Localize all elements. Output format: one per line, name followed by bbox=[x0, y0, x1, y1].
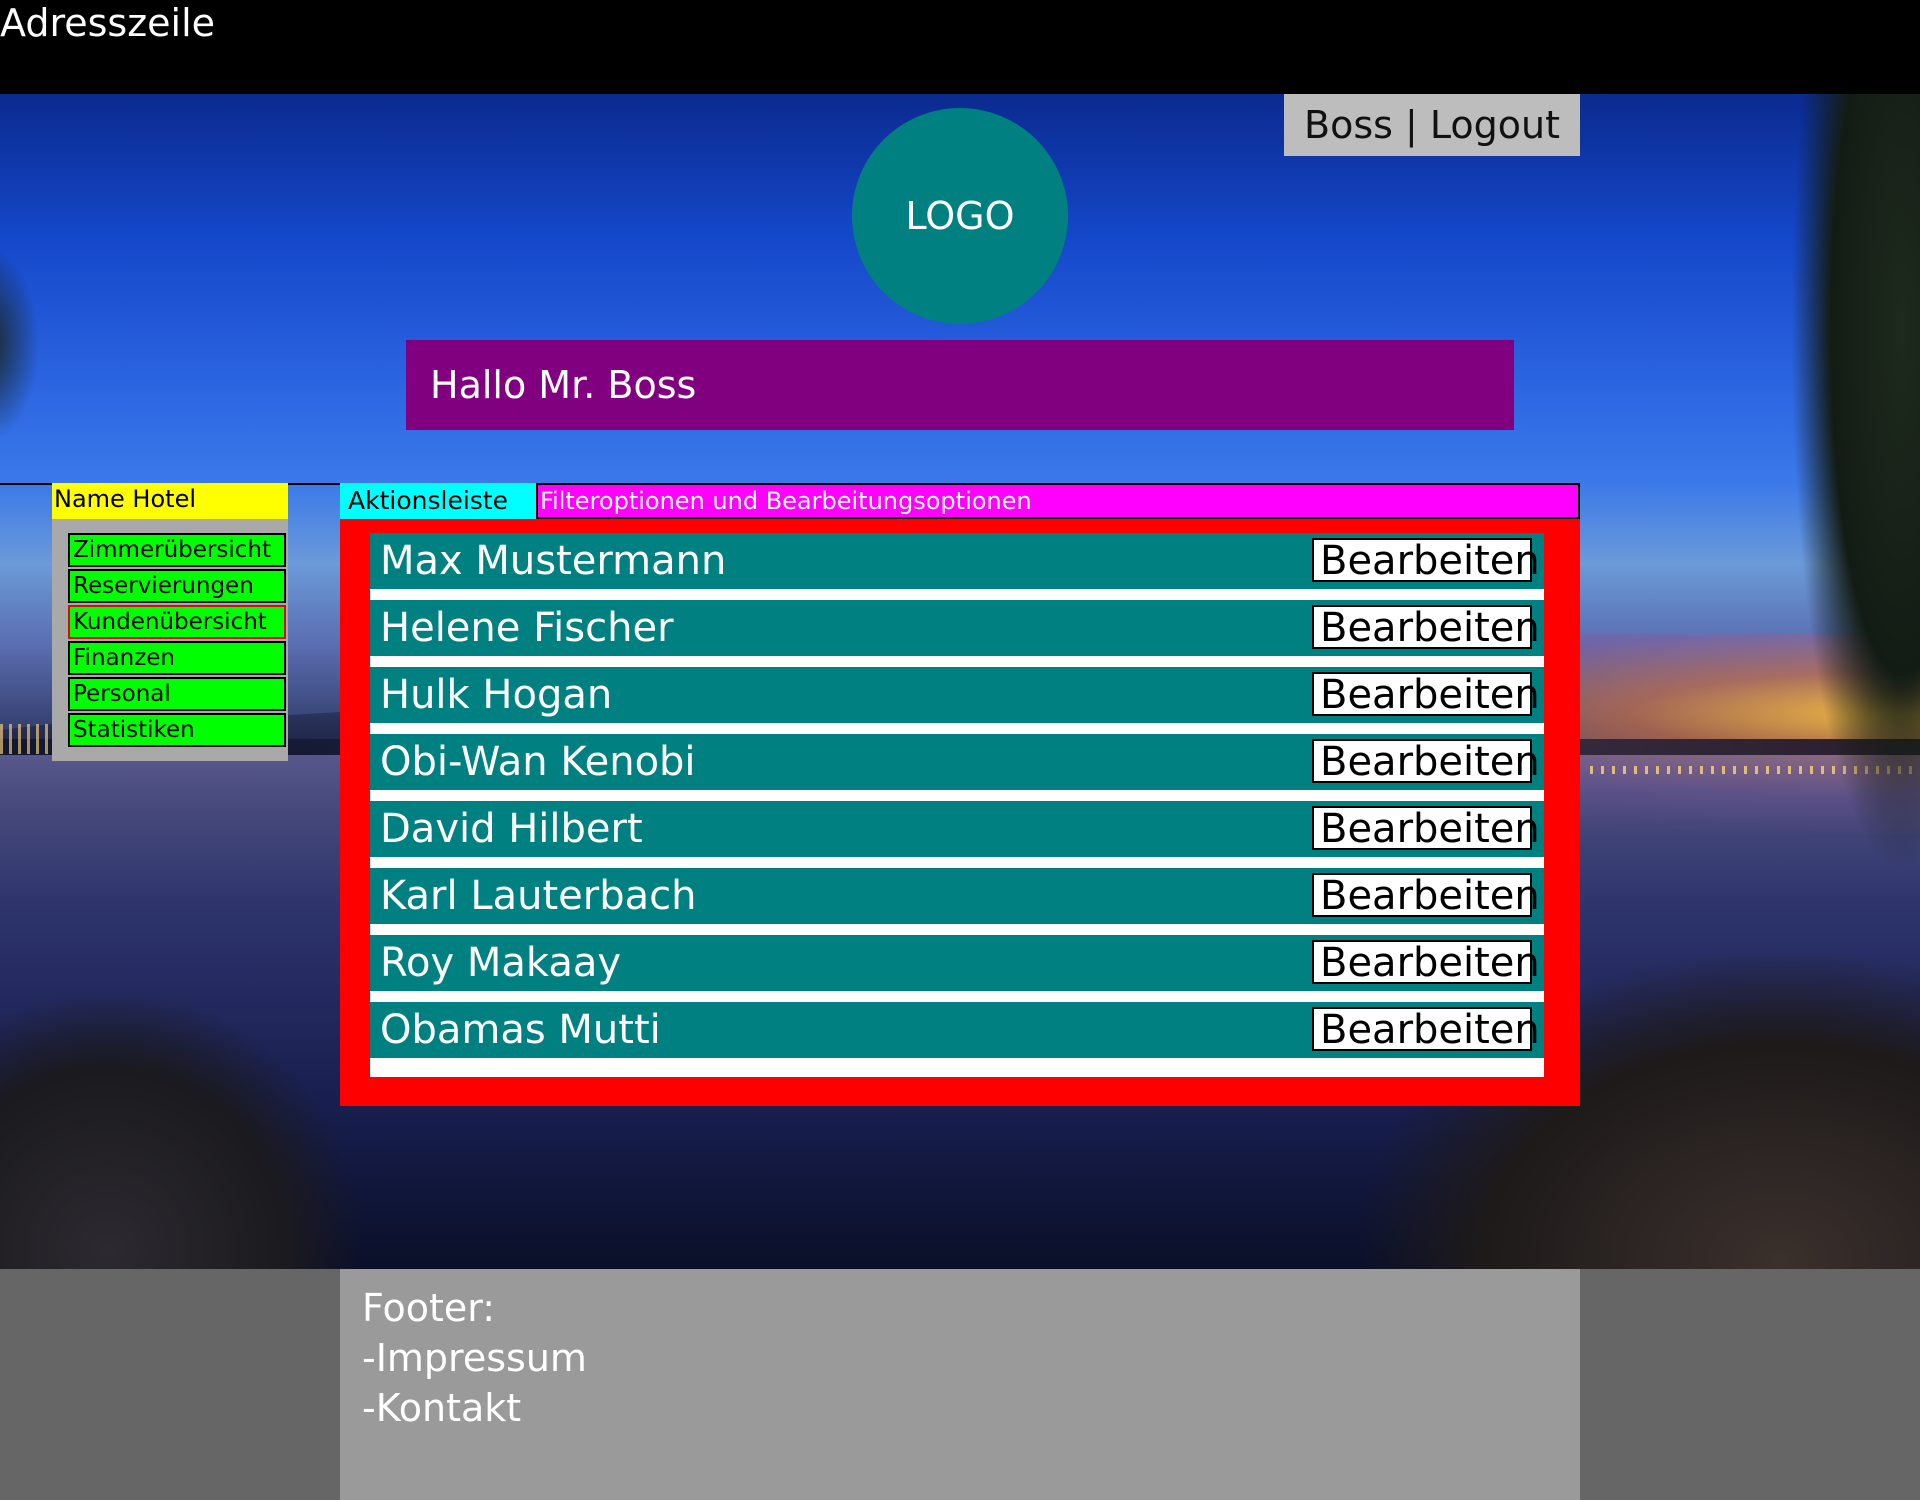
table-row: Karl Lauterbach Bearbeiten bbox=[370, 868, 1544, 924]
edit-button[interactable]: Bearbeiten bbox=[1312, 873, 1540, 917]
customer-name: Helene Fischer bbox=[380, 605, 674, 651]
hotel-name: Name Hotel bbox=[52, 483, 288, 519]
address-bar[interactable]: Adresszeile bbox=[0, 0, 1920, 94]
footer: Footer: -Impressum -Kontakt bbox=[340, 1269, 1580, 1500]
sidebar-item-kundenuebersicht[interactable]: Kundenübersicht bbox=[68, 605, 286, 639]
rocks-left bbox=[0, 994, 360, 1269]
customer-list: Max Mustermann Bearbeiten Helene Fischer… bbox=[370, 533, 1544, 1077]
edit-button[interactable]: Bearbeiten bbox=[1312, 739, 1540, 783]
sidebar-item-zimmeruebersicht[interactable]: Zimmerübersicht bbox=[68, 533, 286, 567]
edit-button[interactable]: Bearbeiten bbox=[1312, 672, 1540, 716]
user-name-link[interactable]: Boss bbox=[1304, 103, 1393, 147]
greeting-text: Hallo Mr. Boss bbox=[430, 363, 697, 407]
table-row: David Hilbert Bearbeiten bbox=[370, 801, 1544, 857]
customer-name: Max Mustermann bbox=[380, 538, 727, 584]
user-nav: Boss | Logout bbox=[1284, 94, 1580, 156]
edit-button[interactable]: Bearbeiten bbox=[1312, 940, 1540, 984]
tree-right bbox=[1790, 94, 1920, 874]
table-row: Max Mustermann Bearbeiten bbox=[370, 533, 1544, 589]
edit-button[interactable]: Bearbeiten bbox=[1312, 538, 1540, 582]
table-row: Roy Makaay Bearbeiten bbox=[370, 935, 1544, 991]
logo[interactable]: LOGO bbox=[852, 108, 1068, 324]
sidebar-item-personal[interactable]: Personal bbox=[68, 677, 286, 711]
footer-link-kontakt[interactable]: -Kontakt bbox=[362, 1383, 1580, 1433]
edit-button[interactable]: Bearbeiten bbox=[1312, 1007, 1540, 1051]
filter-options-bar[interactable]: Filteroptionen und Bearbeitungsoptionen bbox=[536, 483, 1580, 519]
action-bar-label[interactable]: Aktionsleiste bbox=[340, 483, 536, 519]
logout-link[interactable]: Logout bbox=[1430, 103, 1560, 147]
customer-name: Obamas Mutti bbox=[380, 1007, 661, 1053]
table-row: Obamas Mutti Bearbeiten bbox=[370, 1002, 1544, 1058]
edit-button[interactable]: Bearbeiten bbox=[1312, 605, 1540, 649]
greeting-banner: Hallo Mr. Boss bbox=[406, 340, 1514, 430]
table-row: Obi-Wan Kenobi Bearbeiten bbox=[370, 734, 1544, 790]
table-row: Hulk Hogan Bearbeiten bbox=[370, 667, 1544, 723]
user-nav-separator: | bbox=[1392, 103, 1430, 147]
sidebar-item-statistiken[interactable]: Statistiken bbox=[68, 713, 286, 747]
customer-name: Karl Lauterbach bbox=[380, 873, 697, 919]
customer-name: David Hilbert bbox=[380, 806, 643, 852]
customer-list-frame: Max Mustermann Bearbeiten Helene Fischer… bbox=[340, 519, 1580, 1106]
tree-left bbox=[0, 244, 40, 444]
sidebar-item-finanzen[interactable]: Finanzen bbox=[68, 641, 286, 675]
edit-button[interactable]: Bearbeiten bbox=[1312, 806, 1540, 850]
customer-name: Obi-Wan Kenobi bbox=[380, 739, 696, 785]
address-bar-label: Adresszeile bbox=[0, 1, 216, 45]
footer-link-impressum[interactable]: -Impressum bbox=[362, 1333, 1580, 1383]
logo-label: LOGO bbox=[905, 194, 1015, 238]
customer-name: Roy Makaay bbox=[380, 940, 622, 986]
customer-name: Hulk Hogan bbox=[380, 672, 613, 718]
sidebar-menu: Zimmerübersicht Reservierungen Kundenübe… bbox=[68, 533, 286, 749]
sidebar-item-reservierungen[interactable]: Reservierungen bbox=[68, 569, 286, 603]
table-row: Helene Fischer Bearbeiten bbox=[370, 600, 1544, 656]
footer-title: Footer: bbox=[362, 1286, 496, 1330]
